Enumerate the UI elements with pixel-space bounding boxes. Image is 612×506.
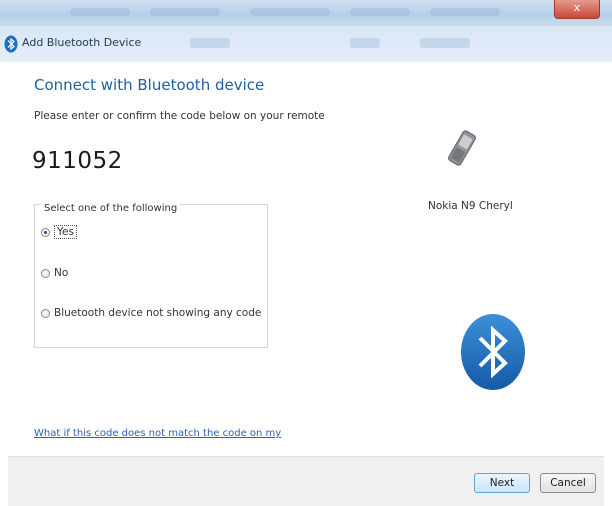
bluetooth-logo-icon — [461, 314, 525, 390]
blurred-decoration — [420, 38, 470, 48]
title-bar: Add Bluetooth Device — [0, 26, 612, 62]
blurred-decoration — [350, 8, 410, 16]
blurred-decoration — [70, 8, 130, 16]
close-icon: x — [573, 1, 581, 14]
bluetooth-icon — [4, 35, 18, 53]
option-label: Yes — [54, 225, 77, 239]
next-button[interactable]: Next — [474, 473, 530, 493]
close-button[interactable]: x — [554, 0, 600, 19]
option-group: Select one of the following Yes No Bluet… — [34, 203, 268, 348]
blurred-decoration — [250, 8, 330, 16]
blurred-decoration — [190, 38, 230, 48]
option-yes[interactable]: Yes — [41, 225, 77, 239]
help-link[interactable]: What if this code does not match the cod… — [34, 428, 281, 439]
blurred-decoration — [350, 38, 380, 48]
phone-icon — [448, 130, 476, 166]
option-label: Bluetooth device not showing any code — [54, 307, 262, 319]
window-title: Add Bluetooth Device — [22, 36, 142, 49]
option-label: No — [54, 267, 69, 279]
blurred-decoration — [150, 8, 220, 16]
option-no-code[interactable]: Bluetooth device not showing any code — [41, 307, 261, 319]
option-group-label: Select one of the following — [41, 203, 181, 214]
radio-button-checked[interactable] — [41, 227, 50, 237]
radio-button[interactable] — [41, 268, 50, 278]
option-no[interactable]: No — [41, 267, 68, 279]
pairing-code: 911052 — [32, 148, 123, 174]
blurred-decoration — [430, 8, 500, 16]
window-frame-top: x — [0, 0, 612, 26]
dialog-footer: Next Cancel — [8, 456, 604, 506]
radio-button[interactable] — [41, 308, 50, 318]
instruction-text: Please enter or confirm the code below o… — [34, 110, 325, 122]
device-name: Nokia N9 Cheryl — [428, 200, 513, 212]
cancel-button[interactable]: Cancel — [540, 473, 596, 493]
dialog-content: Connect with Bluetooth device Please ent… — [8, 62, 604, 456]
page-title: Connect with Bluetooth device — [34, 76, 265, 94]
